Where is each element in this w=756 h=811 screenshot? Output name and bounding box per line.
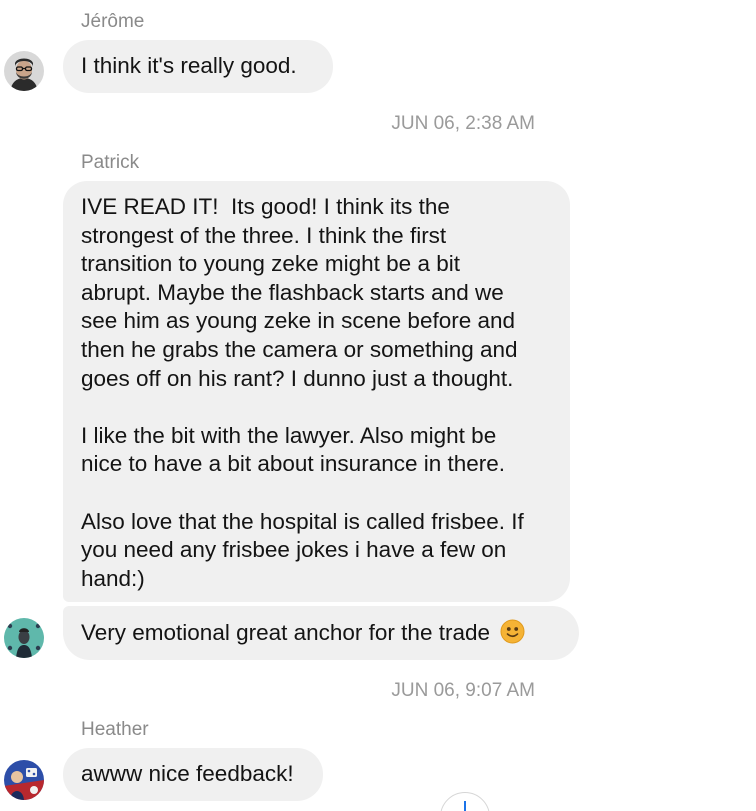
message-line: strongest of the three. I think the firs… [81, 222, 447, 248]
avatar-image [4, 760, 44, 800]
message-bubble[interactable]: awww nice feedback! [63, 748, 323, 801]
message-line: I like the bit with the lawyer. Also mig… [81, 422, 497, 448]
message-line: nice to have a bit about insurance in th… [81, 451, 506, 477]
message-text-content: Very emotional great anchor for the trad… [81, 620, 490, 645]
message-line: Also love that the hospital is called fr… [81, 508, 524, 534]
message-text: I think it's really good. [81, 53, 297, 78]
timestamp: JUN 06, 2:38 AM [391, 113, 535, 134]
message-bubble[interactable]: IVE READ IT! Its good! I think its the s… [63, 181, 570, 602]
message-line: ​ [81, 393, 552, 422]
sender-name: Jérôme [81, 11, 145, 32]
message-line: abrupt. Maybe the flashback starts and w… [81, 279, 504, 305]
message-text: Very emotional great anchor for the trad… [81, 619, 561, 652]
scroll-to-bottom-button[interactable] [440, 792, 490, 811]
avatar-heather[interactable] [4, 760, 44, 800]
message-line: see him as young zeke in scene before an… [81, 308, 516, 334]
message-line: goes off on his rant? I dunno just a tho… [81, 365, 514, 391]
slightly-smiling-face-icon [500, 619, 525, 652]
sender-name: Patrick [81, 152, 140, 173]
timestamp: JUN 06, 9:07 AM [391, 680, 535, 701]
avatar-jerome[interactable] [4, 51, 44, 91]
avatar-patrick[interactable] [4, 618, 44, 658]
sender-name: Heather [81, 719, 149, 740]
message-line: then he grabs the camera or something an… [81, 336, 518, 362]
message-line: ​ [81, 479, 552, 508]
message-bubble[interactable]: Very emotional great anchor for the trad… [63, 606, 579, 660]
arrow-down-icon [464, 801, 466, 811]
avatar-image [4, 618, 44, 658]
message-line: transition to young zeke might be a bit [81, 251, 460, 277]
avatar-image [4, 51, 44, 91]
message-text: awww nice feedback! [81, 761, 294, 786]
message-line: hand:) [81, 565, 145, 591]
message-line: IVE READ IT! Its good! I think its the [81, 194, 450, 219]
message-bubble[interactable]: I think it's really good. [63, 40, 333, 93]
message-line: you need any frisbee jokes i have a few … [81, 537, 507, 563]
